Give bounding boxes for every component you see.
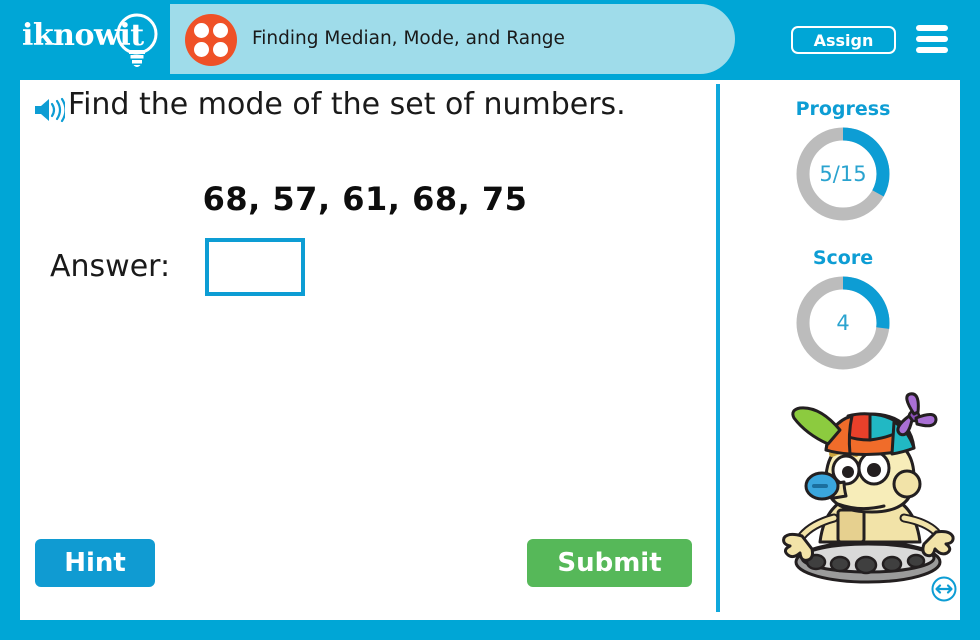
hint-button[interactable]: Hint bbox=[35, 539, 155, 587]
assign-button[interactable]: Assign bbox=[791, 26, 896, 54]
lesson-card: Find the mode of the set of numbers. 68,… bbox=[20, 80, 960, 620]
app-header: iknowit Finding Median, Mode, and Range … bbox=[0, 0, 980, 78]
app-window: iknowit Finding Median, Mode, and Range … bbox=[0, 0, 980, 640]
score-value: 4 bbox=[836, 311, 850, 335]
status-sidebar: Progress 5/15 Score 4 bbox=[726, 80, 960, 620]
progress-donut: 5/15 bbox=[793, 124, 893, 224]
iknowit-logo[interactable]: iknowit bbox=[22, 10, 172, 70]
four-dots-circle-icon bbox=[185, 14, 237, 66]
progress-label: Progress bbox=[795, 98, 891, 120]
answer-label: Answer: bbox=[50, 249, 171, 284]
speaker-icon[interactable] bbox=[33, 97, 65, 123]
robot-mascot bbox=[782, 392, 955, 584]
lightbulb-icon bbox=[116, 13, 158, 67]
hamburger-menu-icon[interactable] bbox=[916, 25, 948, 54]
submit-button[interactable]: Submit bbox=[527, 539, 692, 587]
lesson-title: Finding Median, Mode, and Range bbox=[252, 28, 565, 49]
sidebar-divider bbox=[716, 84, 720, 612]
progress-value: 5/15 bbox=[819, 162, 867, 186]
question-prompt: Find the mode of the set of numbers. bbox=[68, 87, 626, 122]
number-set: 68, 57, 61, 68, 75 bbox=[202, 180, 528, 218]
answer-input[interactable] bbox=[205, 238, 305, 296]
score-donut: 4 bbox=[793, 273, 893, 373]
score-label: Score bbox=[812, 247, 874, 269]
resize-horizontal-icon[interactable] bbox=[931, 576, 957, 602]
